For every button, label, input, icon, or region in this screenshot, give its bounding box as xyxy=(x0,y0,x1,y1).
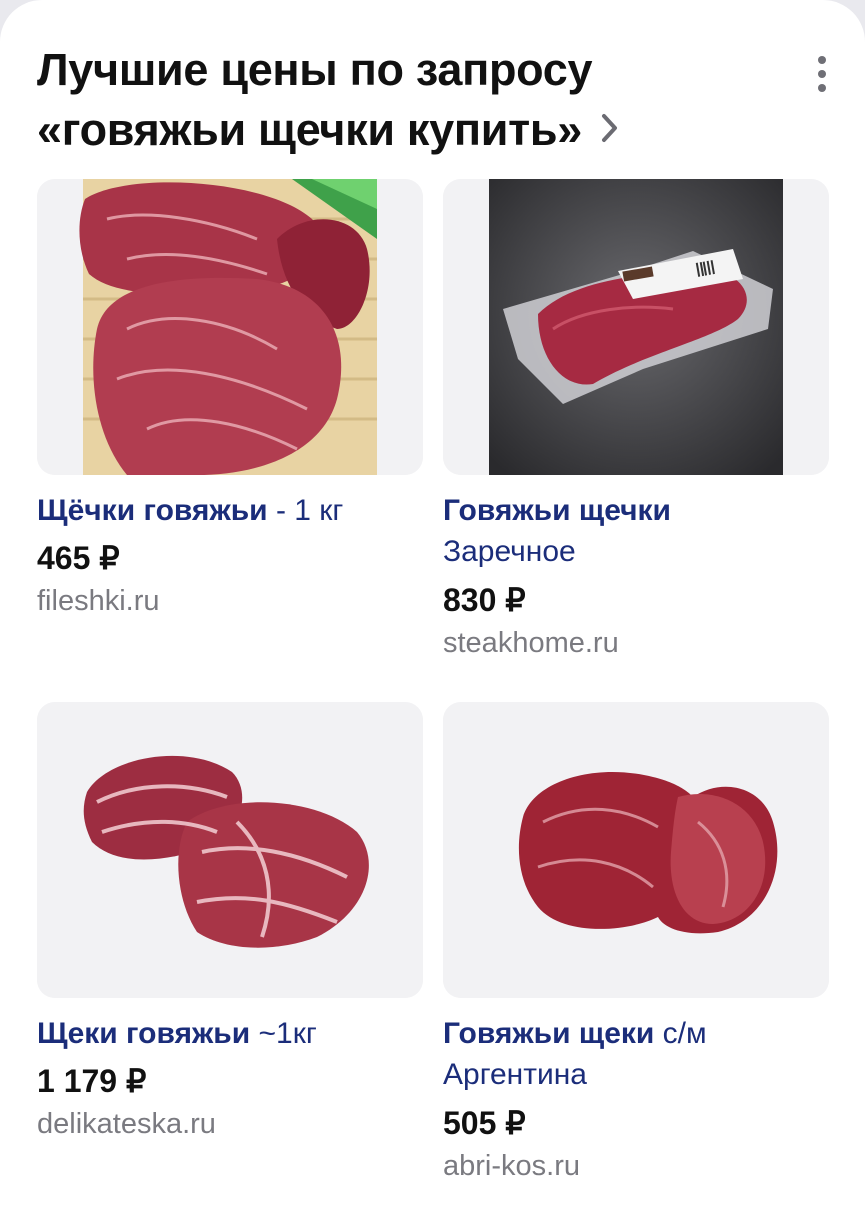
product-name: Щёчки говяжьи xyxy=(37,494,268,527)
product-site-link[interactable]: abri-kos.ru xyxy=(443,1146,829,1186)
product-site-link[interactable]: fileshki.ru xyxy=(37,581,423,621)
title-line-2: «говяжьи щечки купить» xyxy=(37,104,582,155)
product-price: 505 ₽ xyxy=(443,1105,526,1141)
product-image-two-beef-cheeks[interactable] xyxy=(37,702,423,998)
page-title[interactable]: Лучшие цены по запросу «говяжьи щечки ку… xyxy=(37,40,737,160)
product-origin: Заречное xyxy=(443,535,576,568)
product-card[interactable]: Щёчки говяжьи - 1 кг 465 ₽ fileshki.ru xyxy=(37,179,423,621)
product-image-frozen-beef-cheek[interactable] xyxy=(443,702,829,998)
product-title[interactable]: Щеки говяжьи ~1кг xyxy=(37,1014,423,1054)
more-vertical-icon[interactable] xyxy=(807,52,837,96)
product-image-vacuum-packed-cheeks[interactable] xyxy=(443,179,829,475)
product-name: Говяжьи щечки xyxy=(443,494,672,527)
product-site-link[interactable]: delikateska.ru xyxy=(37,1104,423,1144)
header: Лучшие цены по запросу «говяжьи щечки ку… xyxy=(37,40,737,160)
product-title[interactable]: Говяжьи щеки с/м xyxy=(443,1014,829,1054)
product-card[interactable]: Щеки говяжьи ~1кг 1 179 ₽ delikateska.ru xyxy=(37,702,423,1144)
product-name-suffix: с/м xyxy=(654,1017,707,1050)
product-price: 1 179 ₽ xyxy=(37,1063,147,1099)
product-card[interactable]: Говяжьи щечки Заречное 830 ₽ steakhome.r… xyxy=(443,179,829,663)
product-card[interactable]: Говяжьи щеки с/м Аргентина 505 ₽ abri-ko… xyxy=(443,702,829,1186)
chevron-right-icon[interactable] xyxy=(600,99,620,159)
product-name: Щеки говяжьи xyxy=(37,1017,251,1050)
product-price: 830 ₽ xyxy=(443,582,526,618)
product-name-suffix: - 1 кг xyxy=(267,494,344,527)
product-origin: Аргентина xyxy=(443,1058,587,1091)
product-name: Говяжьи щеки xyxy=(443,1017,655,1050)
price-results-card: Лучшие цены по запросу «говяжьи щечки ку… xyxy=(0,0,865,1230)
product-site-link[interactable]: steakhome.ru xyxy=(443,623,829,663)
product-image-beef-cheeks-on-tray[interactable] xyxy=(37,179,423,475)
product-name-suffix: ~1кг xyxy=(250,1017,317,1050)
product-price: 465 ₽ xyxy=(37,540,120,576)
product-title[interactable]: Щёчки говяжьи - 1 кг xyxy=(37,491,423,531)
product-title[interactable]: Говяжьи щечки xyxy=(443,491,829,531)
title-line-1: Лучшие цены по запросу xyxy=(37,44,593,95)
